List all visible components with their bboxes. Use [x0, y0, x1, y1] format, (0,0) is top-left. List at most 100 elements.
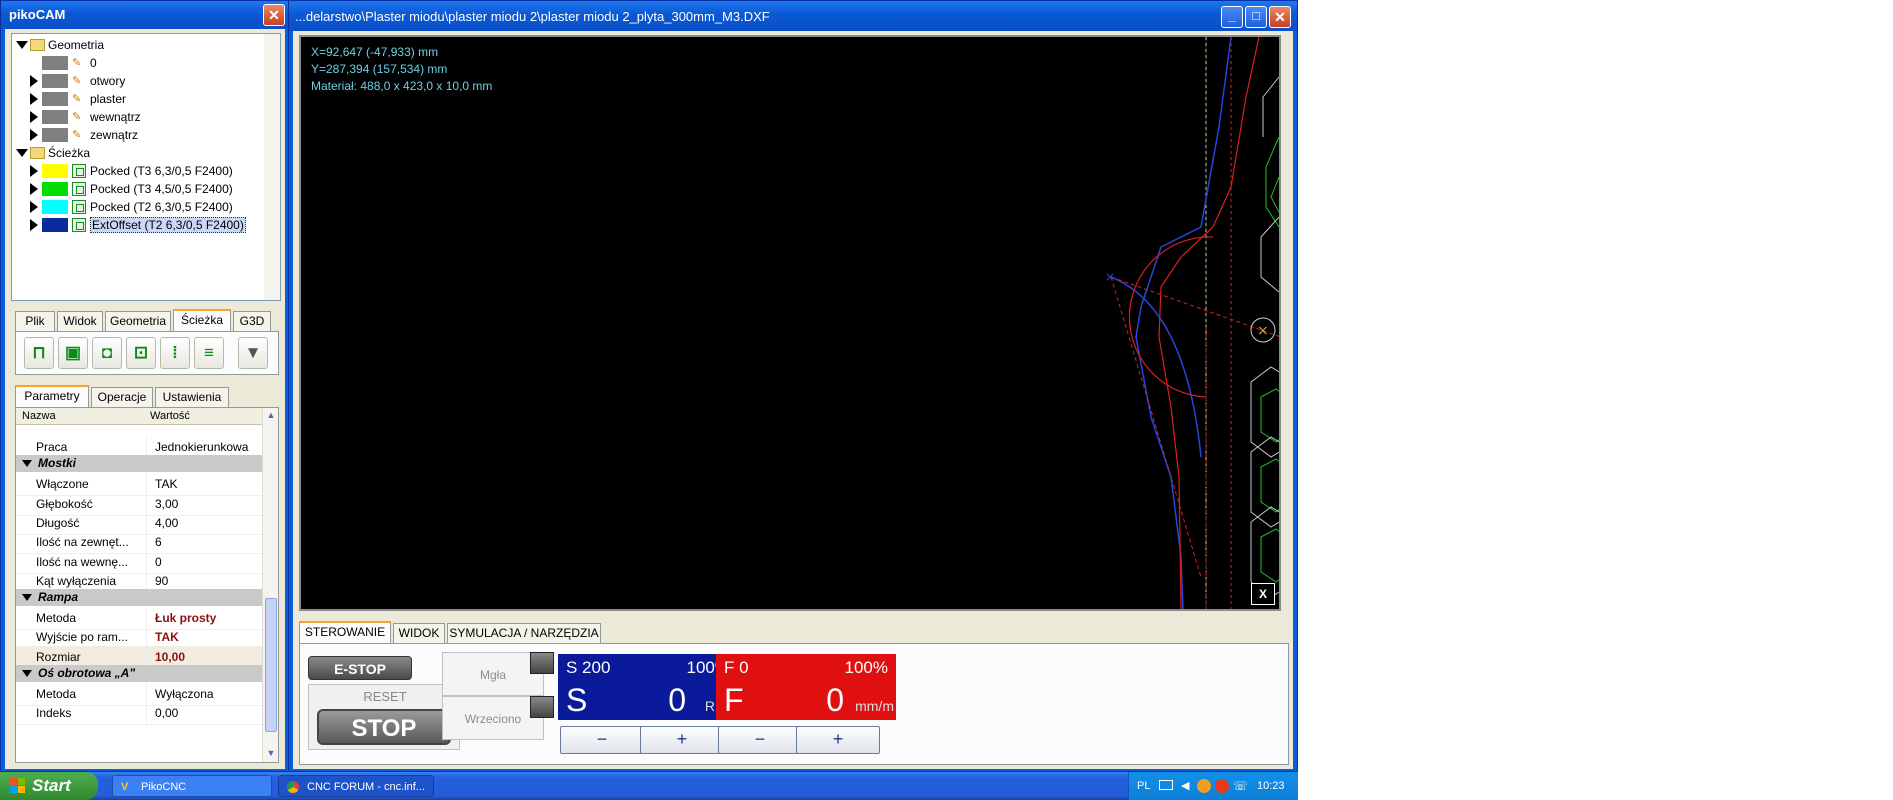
collapse-arrow-icon[interactable] [22, 594, 32, 602]
offset-tool-icon[interactable]: ◘ [92, 337, 122, 369]
ext-offset-tool-icon[interactable]: ⊡ [126, 337, 156, 369]
collapse-arrow-icon[interactable] [22, 670, 32, 677]
collapse-arrow-icon[interactable] [16, 41, 28, 49]
tab-1[interactable]: WIDOK [393, 623, 445, 643]
estop-button[interactable]: E-STOP [308, 656, 412, 680]
start-button[interactable]: Start [0, 772, 98, 800]
network-icon[interactable]: ☏ [1233, 772, 1248, 800]
tab-0[interactable]: Parametry [15, 385, 89, 407]
color-swatch[interactable] [42, 110, 68, 124]
main-tabs: Plik Widok Geometria Ścieżka G3D [15, 309, 279, 331]
tab-3[interactable]: Ścieżka [173, 309, 231, 331]
color-swatch[interactable] [42, 128, 68, 142]
tree-item[interactable]: ✎ wewnątrz [12, 108, 264, 126]
tree-item[interactable]: Pocked (T2 6,3/0,5 F2400) [12, 198, 264, 216]
scroll-down-icon[interactable]: ▼ [265, 748, 277, 760]
tab-2[interactable]: SYMULACJA / NARZĘDZIA [447, 623, 601, 643]
spindle-header: S 200 [566, 658, 611, 677]
color-swatch[interactable] [42, 182, 68, 196]
spindle-display: S 200 100% S 0 RPM [558, 654, 738, 720]
tab-1[interactable]: Operacje [91, 387, 153, 407]
expand-arrow-icon[interactable] [30, 75, 38, 87]
mist-button[interactable]: Mgła [442, 652, 544, 696]
property-scrollbar[interactable]: ▲ ▼ [262, 408, 278, 762]
chrome-icon [287, 781, 299, 793]
reset-button[interactable]: RESET [309, 689, 461, 704]
tree-item[interactable]: ✎ zewnątrz [12, 126, 264, 144]
tree-scrollbar[interactable] [264, 34, 280, 300]
antivirus-icon[interactable] [1215, 779, 1229, 793]
spindle-button[interactable]: Wrzeciono [442, 696, 544, 740]
tree-item[interactable]: ✎ 0 [12, 54, 264, 72]
close-icon[interactable]: ✕ [1269, 6, 1291, 28]
clock[interactable]: 10:23 [1257, 772, 1285, 800]
tree-item[interactable]: ExtOffset (T2 6,3/0,5 F2400) [12, 216, 264, 234]
pikocnc-title: ...delarstwo\Plaster miodu\plaster miodu… [289, 1, 1297, 31]
expand-arrow-icon[interactable] [30, 129, 38, 141]
tab-1[interactable]: Widok [57, 311, 103, 331]
color-swatch[interactable] [42, 74, 68, 88]
scroll-thumb[interactable] [265, 598, 277, 732]
task-browser[interactable]: CNC FORUM - cnc.inf... [278, 775, 434, 797]
color-swatch[interactable] [42, 92, 68, 106]
honeycomb-green-3 [1260, 458, 1279, 513]
property-grid[interactable]: Nazwa Wartość Praca Jednokierunkowa Mostki… [15, 407, 279, 763]
spindle-indicator [530, 696, 554, 718]
property-category[interactable]: Mostki [16, 455, 262, 473]
object-tree[interactable]: Geometria ✎ 0 ✎ otwory ✎ plaster ✎ wewnątrz ✎ zewn… [11, 33, 281, 301]
chevron-left-icon[interactable]: ◀ [1181, 772, 1189, 800]
drill-tool-icon[interactable]: ⁞ [160, 337, 190, 369]
property-category[interactable]: Rampa [16, 589, 262, 607]
property-value[interactable]: 0,00 [146, 702, 262, 726]
expand-arrow-icon[interactable] [30, 93, 38, 105]
contour-tool-icon[interactable]: ⊓ [24, 337, 54, 369]
property-category[interactable]: Oś obrotowa „A" [16, 665, 262, 682]
expand-arrow-icon[interactable] [30, 111, 38, 123]
tree-item[interactable]: Pocked (T3 4,5/0,5 F2400) [12, 180, 264, 198]
expand-arrow-icon[interactable] [30, 183, 38, 195]
spindle-plus-button[interactable]: + [640, 726, 724, 754]
engrave-tool-icon[interactable]: ▼ [238, 337, 268, 369]
property-row[interactable]: Indeks 0,00 [16, 702, 262, 726]
feed-plus-button[interactable]: + [796, 726, 880, 754]
expand-arrow-icon[interactable] [30, 219, 38, 231]
tab-0[interactable]: STEROWANIE [299, 621, 391, 643]
maximize-icon[interactable]: □ [1245, 6, 1267, 28]
stop-button[interactable]: STOP [317, 709, 451, 745]
color-swatch[interactable] [42, 164, 68, 178]
scroll-up-icon[interactable]: ▲ [265, 410, 277, 422]
lines-tool-icon[interactable]: ≡ [194, 337, 224, 369]
tray-app-icon[interactable] [1197, 779, 1211, 793]
tab-2[interactable]: Ustawienia [155, 387, 229, 407]
language-indicator[interactable]: PL [1137, 772, 1150, 800]
tree-folder[interactable]: Geometria [12, 36, 264, 54]
drawing-canvas[interactable]: × × X=92,647 (-47,933) mm Y=287,394 (157… [299, 35, 1281, 611]
tree-item[interactable]: Pocked (T3 6,3/0,5 F2400) [12, 162, 264, 180]
tab-4[interactable]: G3D [233, 311, 271, 331]
tree-label: Pocked (T3 4,5/0,5 F2400) [90, 182, 233, 196]
task-browser-label: CNC FORUM - cnc.inf... [307, 781, 425, 793]
task-pikocnc[interactable]: V PikoCNC [112, 775, 272, 797]
collapse-arrow-icon[interactable] [22, 460, 32, 468]
tab-2[interactable]: Geometria [105, 311, 171, 331]
collapse-arrow-icon[interactable] [16, 149, 28, 157]
pocket-tool-icon[interactable]: ▣ [58, 337, 88, 369]
tree-item[interactable]: ✎ plaster [12, 90, 264, 108]
color-swatch[interactable] [42, 200, 68, 214]
expand-arrow-icon[interactable] [30, 201, 38, 213]
tree-item[interactable]: ✎ otwory [12, 72, 264, 90]
feed-minus-button[interactable]: − [718, 726, 802, 754]
color-swatch[interactable] [42, 218, 68, 232]
close-icon[interactable]: ✕ [263, 4, 285, 26]
tree-folder[interactable]: Ścieżka [12, 144, 264, 162]
keyboard-icon[interactable] [1159, 780, 1173, 790]
tab-0[interactable]: Plik [15, 311, 55, 331]
expand-arrow-icon[interactable] [30, 165, 38, 177]
spindle-minus-button[interactable]: − [560, 726, 644, 754]
minimize-icon[interactable]: _ [1221, 6, 1243, 28]
spindle-value: 0 [668, 682, 686, 718]
canvas-close-button[interactable]: X [1251, 583, 1275, 605]
color-swatch[interactable] [42, 56, 68, 70]
taskbar: Start V PikoCNC CNC FORUM - cnc.inf... P… [0, 772, 1298, 800]
start-marker: × [1105, 270, 1115, 284]
